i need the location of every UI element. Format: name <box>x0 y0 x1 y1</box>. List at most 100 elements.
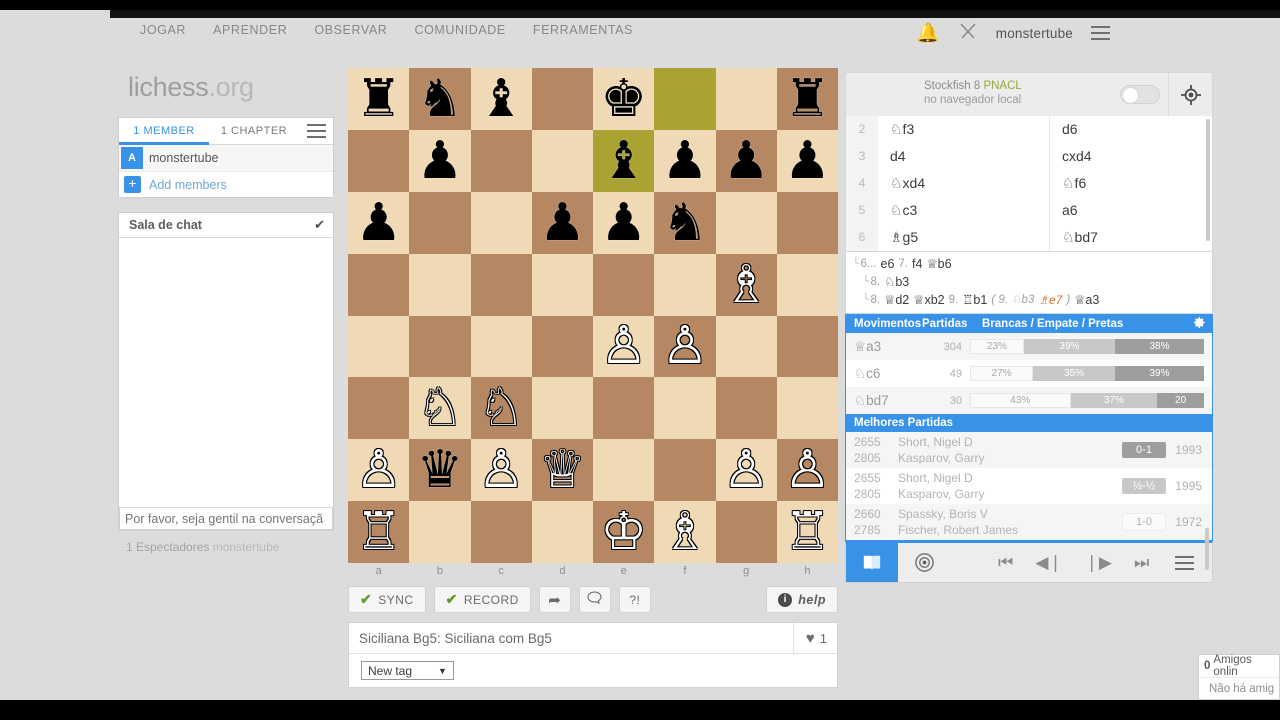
friends-widget[interactable]: 0 Amigos onlin Não há amig <box>1198 654 1280 700</box>
glyph-button[interactable]: ?! <box>618 586 651 613</box>
variation-move[interactable]: ( 9. ♘b3 <box>991 291 1034 309</box>
white-pawn[interactable]: ♙ <box>716 439 777 501</box>
white-pawn[interactable]: ♙ <box>348 439 409 501</box>
black-move[interactable]: d6 <box>1050 116 1212 143</box>
tab-chapters[interactable]: 1 CHAPTER <box>209 118 299 145</box>
black-pawn[interactable]: ♟ <box>409 130 470 192</box>
variation-move[interactable]: ♕b6 <box>926 255 951 273</box>
square-h5[interactable] <box>776 253 838 316</box>
white-move[interactable]: ♘xd4 <box>878 169 1050 197</box>
square-c5[interactable] <box>470 253 532 316</box>
square-c6[interactable] <box>470 191 532 254</box>
black-knight[interactable]: ♞ <box>654 192 715 254</box>
variation-move[interactable]: e6 <box>881 255 895 273</box>
square-g6[interactable] <box>715 191 777 254</box>
white-pawn[interactable]: ♙ <box>777 439 838 501</box>
new-tag-select[interactable]: New tag ▼ <box>361 661 454 680</box>
variation-line[interactable]: └ 8. ♘b3 <box>852 273 1212 291</box>
square-b6[interactable] <box>409 191 471 254</box>
square-a3[interactable] <box>348 377 410 440</box>
comment-button[interactable] <box>578 586 611 613</box>
square-g3[interactable] <box>715 377 777 440</box>
square-g8[interactable] <box>715 68 777 130</box>
black-move[interactable]: cxd4 <box>1050 143 1212 170</box>
crosshair-icon[interactable] <box>1168 73 1212 116</box>
black-rook[interactable]: ♜ <box>348 68 409 130</box>
black-pawn[interactable]: ♟ <box>348 192 409 254</box>
square-a4[interactable] <box>348 315 410 378</box>
white-move[interactable]: ♗g5 <box>878 223 1050 251</box>
square-d8[interactable] <box>531 68 593 130</box>
practice-tab-button[interactable] <box>898 543 950 582</box>
next-move-button[interactable]: ❘▶ <box>1085 553 1112 573</box>
explorer-row[interactable]: ♘bd7 30 43% 37% 20 <box>846 387 1212 414</box>
variation-line[interactable]: └ 6... e6 7. f4 ♕b6 <box>852 255 1212 273</box>
white-rook[interactable]: ♖ <box>777 501 838 563</box>
variation-line[interactable]: └ 8. ♕d2 ♕xb2 9. ♖b1( 9. ♘b3 ♗e7) ♕a3 <box>852 291 1212 309</box>
square-b5[interactable] <box>409 253 471 316</box>
white-move[interactable]: d4 <box>878 142 1050 170</box>
white-bishop[interactable]: ♗ <box>654 501 715 563</box>
white-move[interactable]: ♘f3 <box>878 115 1050 143</box>
bell-icon[interactable]: 🔔 <box>916 24 940 43</box>
square-g1[interactable] <box>715 501 777 563</box>
variation-move[interactable]: ) <box>1066 291 1070 309</box>
black-rook[interactable]: ♜ <box>777 68 838 130</box>
black-pawn[interactable]: ♟ <box>716 130 777 192</box>
variation-move[interactable]: ♕xb2 <box>913 291 944 309</box>
white-rook[interactable]: ♖ <box>348 501 409 563</box>
add-members-row[interactable]: + Add members <box>119 171 333 197</box>
tab-members[interactable]: 1 MEMBER <box>119 118 209 145</box>
black-knight[interactable]: ♞ <box>409 68 470 130</box>
help-button[interactable]: i help <box>766 586 838 613</box>
black-pawn[interactable]: ♟ <box>593 192 654 254</box>
square-e3[interactable] <box>593 377 655 440</box>
square-f2[interactable] <box>654 439 716 502</box>
engine-toggle[interactable] <box>1120 85 1160 104</box>
like-box[interactable]: ♥ 1 <box>792 623 827 653</box>
square-b4[interactable] <box>409 315 471 378</box>
variation-move[interactable]: ♖b1 <box>962 291 987 309</box>
square-e2[interactable] <box>593 439 655 502</box>
square-h4[interactable] <box>776 315 838 378</box>
white-pawn[interactable]: ♙ <box>654 316 715 378</box>
study-menu-icon[interactable] <box>299 124 333 138</box>
nav-item-jogar[interactable]: JOGAR <box>140 23 186 37</box>
square-c1[interactable] <box>470 501 532 563</box>
black-move[interactable]: ♘f6 <box>1050 170 1212 197</box>
explorer-row[interactable]: ♕a3 304 23% 39% 38% <box>846 333 1212 360</box>
variation-lines[interactable]: └ 6... e6 7. f4 ♕b6 └ 8. ♘b3 └ 8. ♕d2 ♕xb2 9. ♖b1( 9. … <box>845 252 1213 314</box>
square-h3[interactable] <box>776 377 838 440</box>
white-move[interactable]: ♘c3 <box>878 196 1050 224</box>
square-f8[interactable] <box>654 68 716 130</box>
first-move-button[interactable]: ⏮ <box>998 553 1013 573</box>
member-row[interactable]: A monstertube <box>119 145 333 171</box>
share-button[interactable]: ➦ <box>538 586 571 613</box>
black-move[interactable]: ♘bd7 <box>1050 224 1212 251</box>
black-pawn[interactable]: ♟ <box>777 130 838 192</box>
square-d1[interactable] <box>531 501 593 563</box>
highlighted-move[interactable]: ♗e7 <box>1038 291 1062 309</box>
gear-icon[interactable] <box>1193 316 1206 332</box>
chat-toggle-checkbox[interactable]: ✔ <box>314 217 325 233</box>
square-a7[interactable] <box>348 129 410 192</box>
black-bishop[interactable]: ♝ <box>593 130 654 192</box>
square-g4[interactable] <box>715 315 777 378</box>
variation-move[interactable]: ♘b3 <box>884 273 909 291</box>
white-bishop[interactable]: ♗ <box>716 254 777 316</box>
site-logo[interactable]: lichess.org <box>118 72 334 103</box>
square-f3[interactable] <box>654 377 716 440</box>
top-game-row[interactable]: 2655 2805 Short, Nigel D Kasparov, Garry 0-1… <box>846 432 1212 468</box>
explorer-tab-button[interactable] <box>846 543 898 582</box>
square-d5[interactable] <box>531 253 593 316</box>
move-list-scrollbar[interactable] <box>1206 119 1210 241</box>
top-game-row[interactable]: 2660 2785 Spassky, Boris V Fischer, Robert … <box>846 504 1212 540</box>
nav-item-aprender[interactable]: APRENDER <box>213 23 287 37</box>
black-king[interactable]: ♚ <box>593 68 654 130</box>
username-label[interactable]: monstertube <box>996 26 1073 41</box>
record-button[interactable]: ✔ RECORD <box>433 586 531 613</box>
square-d7[interactable] <box>531 129 593 192</box>
white-pawn[interactable]: ♙ <box>471 439 532 501</box>
black-bishop[interactable]: ♝ <box>471 68 532 130</box>
black-queen[interactable]: ♛ <box>409 439 470 501</box>
